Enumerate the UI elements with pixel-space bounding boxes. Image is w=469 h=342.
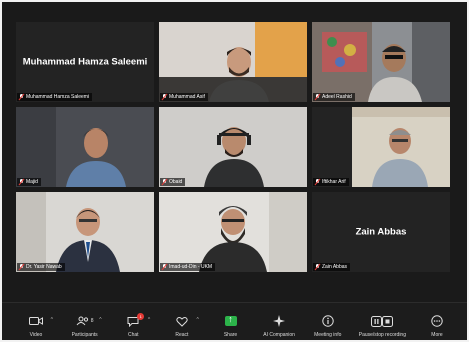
heart-icon [176,313,188,329]
participant-name: Obaid [169,179,183,185]
meeting-window: Muhammad Hamza Saleemi Muhammad Hamza Sa… [2,2,467,340]
participant-video [16,107,154,187]
participant-name: Imad-ud-Din - UKM [169,264,213,270]
participant-video [312,107,450,187]
participants-button[interactable]: 8 ^ Participants [65,313,105,338]
participant-nameplate: Muhammad Hamza Saleemi [17,93,93,101]
participant-name: Muhammad Hamza Saleemi [26,94,90,100]
video-button[interactable]: ^ Video [16,313,56,338]
mic-muted-icon [19,94,24,100]
participant-tile[interactable]: Adeel Rashid [312,22,450,102]
participant-name: Majid [26,179,38,185]
react-label: React [175,332,189,338]
meeting-info-label: Meeting info [314,332,342,338]
participant-tile[interactable]: Muhammad Hamza Saleemi Muhammad Hamza Sa… [16,22,154,102]
pause-stop-icon [371,313,394,329]
mic-muted-icon [315,179,320,185]
info-icon [322,313,334,329]
ai-companion-label: AI Companion [263,332,295,338]
participant-name: Dr. Yasir Nawab [26,264,62,270]
mic-muted-icon [315,94,320,100]
meeting-toolbar: ^ Video 8 ^ Participants 1 ^ Chat ^ Reac… [2,302,467,340]
pause-stop-recording-button[interactable]: Pause/stop recording [356,313,408,338]
participant-tile[interactable]: Iftikhar Arif [312,107,450,187]
participant-video [159,22,307,102]
participant-display-name: Zain Abbas [355,226,407,238]
participant-name: Zain Abbas [322,264,348,270]
chevron-up-icon[interactable]: ^ [148,317,150,323]
participant-nameplate: Iftikhar Arif [313,178,349,186]
more-label: More [431,332,443,338]
participant-nameplate: Muhammad Asif [160,93,208,101]
participants-label: Participants [71,332,98,338]
participant-tile[interactable]: Imad-ud-Din - UKM [159,192,307,272]
mic-muted-icon [19,179,24,185]
video-grid: Muhammad Hamza Saleemi Muhammad Hamza Sa… [16,22,450,272]
video-camera-icon [29,313,43,329]
participant-tile[interactable]: Obaid [159,107,307,187]
mic-muted-icon [162,264,167,270]
mic-muted-icon [162,179,167,185]
participants-icon: 8 [76,313,94,329]
video-label: Video [29,332,43,338]
participant-tile[interactable]: Dr. Yasir Nawab [16,192,154,272]
participant-tile[interactable]: Majid [16,107,154,187]
chevron-up-icon[interactable]: ^ [51,317,53,323]
participant-name: Adeel Rashid [322,94,352,100]
pause-recording-label: Pause/stop recording [358,332,406,338]
mic-muted-icon [315,264,320,270]
participant-nameplate: Adeel Rashid [313,93,355,101]
participant-name: Iftikhar Arif [322,179,346,185]
mic-muted-icon [19,264,24,270]
share-screen-icon [224,314,237,326]
participants-count: 8 [90,318,94,324]
participant-video [16,192,154,272]
mic-muted-icon [162,94,167,100]
participant-tile[interactable]: Muhammad Asif [159,22,307,102]
participant-nameplate: Majid [17,178,41,186]
chat-label: Chat [127,332,139,338]
participant-nameplate: Dr. Yasir Nawab [17,263,65,271]
participant-display-name: Muhammad Hamza Saleemi [22,56,148,68]
meeting-info-button[interactable]: Meeting info [308,313,348,338]
participant-name: Muhammad Asif [169,94,205,100]
ai-companion-button[interactable]: AI Companion [259,313,299,338]
chevron-up-icon[interactable]: ^ [197,317,199,323]
participant-nameplate: Imad-ud-Din - UKM [160,263,216,271]
share-button[interactable]: Share [211,313,251,338]
participant-video [312,22,450,102]
more-dots-icon [431,313,443,329]
participant-nameplate: Zain Abbas [313,263,351,271]
react-button[interactable]: ^ React [162,313,202,338]
participant-video [159,192,307,272]
chat-button[interactable]: 1 ^ Chat [113,313,153,338]
participant-video [159,107,307,187]
participant-nameplate: Obaid [160,178,186,186]
participant-tile[interactable]: Zain Abbas Zain Abbas [312,192,450,272]
chat-unread-badge: 1 [137,313,145,320]
share-label: Share [223,332,238,338]
sparkle-icon [273,313,286,329]
chevron-up-icon[interactable]: ^ [99,317,101,323]
more-button[interactable]: More [417,313,457,338]
